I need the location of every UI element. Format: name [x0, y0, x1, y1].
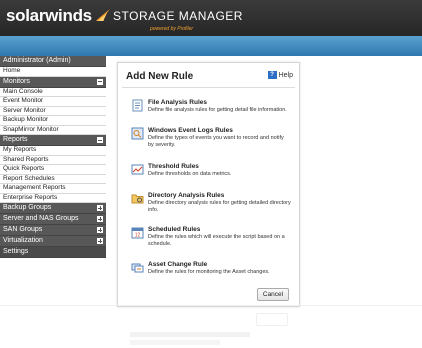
sidebar-item-my-reports[interactable]: My Reports	[0, 146, 106, 156]
threshold-icon	[131, 164, 144, 175]
help-icon: ?	[267, 71, 277, 79]
sidebar-section-monitors[interactable]: Monitors	[0, 76, 106, 88]
sidebar: Administrator (Admin) Home Monitors Main…	[0, 56, 106, 258]
sidebar-section-server-nas-groups[interactable]: Server and NAS Groups	[0, 214, 106, 225]
file-analysis-icon	[132, 99, 143, 112]
panel-title: Add New Rule	[126, 71, 194, 82]
expand-icon[interactable]	[97, 238, 103, 244]
sidebar-item-event-monitor[interactable]: Event Monitor	[0, 97, 106, 107]
rule-description: Define the rules for monitoring the Asse…	[148, 269, 270, 275]
divider	[122, 87, 295, 88]
rule-name[interactable]: Scheduled Rules	[148, 226, 200, 233]
rule-name[interactable]: Windows Event Logs Rules	[148, 127, 233, 134]
rule-description: Define directory analysis rules for gett…	[148, 200, 291, 213]
reflection-line	[130, 340, 220, 345]
cancel-button-reflection	[256, 313, 288, 326]
brand-logo: solarwinds	[6, 6, 92, 25]
add-new-rule-panel: Add New Rule ? Help File Analysis Rules D…	[117, 62, 300, 307]
sidebar-item-shared-reports[interactable]: Shared Reports	[0, 155, 106, 165]
sidebar-section-virtualization[interactable]: Virtualization	[0, 236, 106, 247]
flame-icon	[96, 9, 110, 21]
top-header-bar: solarwinds STORAGE MANAGER powered by Pr…	[0, 0, 422, 36]
calendar-icon: 12	[131, 227, 144, 239]
rule-description: Define the rules which will execute the …	[148, 234, 285, 247]
collapse-icon[interactable]	[97, 78, 103, 85]
floor-line	[0, 305, 422, 306]
sidebar-item-quick-reports[interactable]: Quick Reports	[0, 165, 106, 175]
rule-description: Define file analysis rules for getting d…	[148, 107, 287, 113]
section-label: Monitors	[3, 77, 30, 85]
event-log-icon	[131, 127, 144, 140]
sidebar-item-management-reports[interactable]: Management Reports	[0, 184, 106, 194]
product-name: STORAGE MANAGER	[113, 9, 243, 23]
sidebar-section-san-groups[interactable]: SAN Groups	[0, 225, 106, 236]
help-link[interactable]: ? Help	[267, 71, 293, 79]
asset-change-icon	[131, 263, 144, 273]
sidebar-section-reports[interactable]: Reports	[0, 135, 106, 146]
section-label: SAN Groups	[3, 226, 43, 233]
rule-name[interactable]: Asset Change Rule	[148, 261, 207, 268]
user-header: Administrator (Admin)	[0, 56, 106, 67]
svg-text:12: 12	[135, 233, 141, 239]
section-label: Server and NAS Groups	[3, 215, 79, 222]
expand-icon[interactable]	[97, 216, 103, 222]
collapse-icon[interactable]	[97, 137, 103, 143]
sidebar-item-enterprise-reports[interactable]: Enterprise Reports	[0, 193, 106, 203]
sidebar-item-snapmirror-monitor[interactable]: SnapMirror Monitor	[0, 125, 106, 135]
sidebar-section-settings[interactable]: Settings	[0, 247, 106, 258]
sidebar-section-backup-groups[interactable]: Backup Groups	[0, 203, 106, 214]
section-label: Virtualization	[3, 237, 43, 244]
powered-by: powered by Profiler	[150, 26, 194, 32]
expand-icon[interactable]	[97, 205, 103, 211]
sidebar-item-report-schedules[interactable]: Report Schedules	[0, 174, 106, 184]
sidebar-item-server-monitor[interactable]: Server Monitor	[0, 106, 106, 116]
sidebar-item-backup-monitor[interactable]: Backup Monitor	[0, 116, 106, 126]
sidebar-item-main-console[interactable]: Main Console	[0, 87, 106, 97]
expand-icon[interactable]	[97, 227, 103, 233]
help-label: Help	[278, 71, 293, 79]
rule-name[interactable]: File Analysis Rules	[148, 99, 207, 106]
rule-name[interactable]: Threshold Rules	[148, 163, 199, 170]
rule-description: Define thresholds on data metrics.	[148, 171, 232, 177]
directory-icon	[131, 194, 144, 204]
rule-description: Define the types of events you want to r…	[148, 135, 284, 148]
panel-reflection	[117, 307, 298, 348]
cancel-button[interactable]: Cancel	[257, 288, 289, 301]
reflection-line	[130, 332, 250, 337]
section-label: Reports	[3, 136, 28, 143]
rule-name[interactable]: Directory Analysis Rules	[148, 192, 224, 199]
section-label: Backup Groups	[3, 204, 52, 211]
sidebar-item-home[interactable]: Home	[0, 67, 106, 77]
navigation-bar	[0, 36, 422, 56]
